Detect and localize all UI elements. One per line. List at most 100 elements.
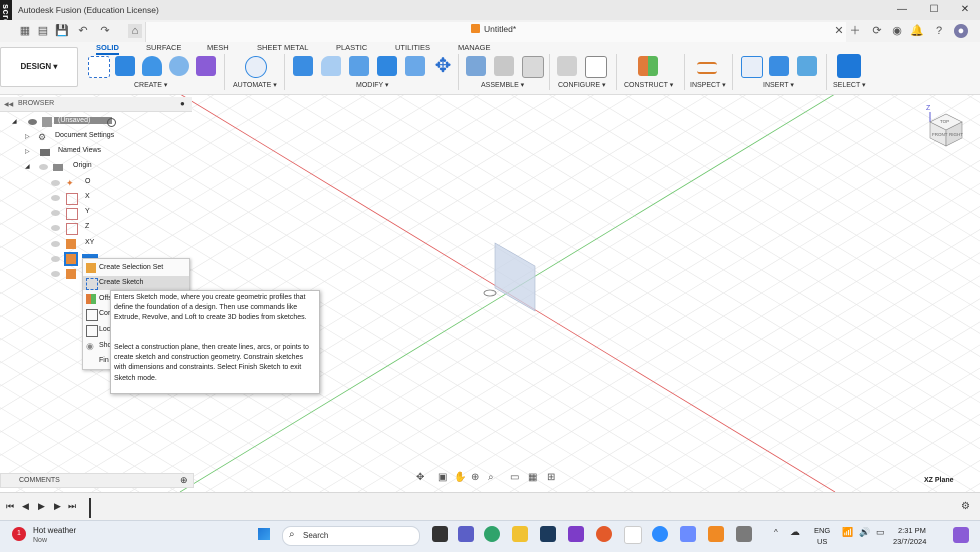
tab-mesh[interactable]: MESH <box>207 43 229 52</box>
automate-icon[interactable] <box>245 56 267 78</box>
tab-plastic[interactable]: PLASTIC <box>336 43 367 52</box>
timeline-settings-icon[interactable]: ⚙ <box>961 501 970 512</box>
construct-plane-icon[interactable] <box>638 56 658 76</box>
task-view-icon[interactable] <box>432 526 448 542</box>
configure-icon[interactable] <box>557 56 577 76</box>
visibility-icon[interactable] <box>51 225 60 231</box>
chat-app-icon[interactable] <box>568 526 584 542</box>
visibility-icon[interactable] <box>51 180 60 186</box>
battery-icon[interactable]: ▭ <box>876 527 885 538</box>
terminal-icon[interactable] <box>736 526 752 542</box>
job-status-icon[interactable]: ◉ <box>890 24 904 38</box>
tab-sheet-metal[interactable]: SHEET METAL <box>257 43 308 52</box>
configure-menu[interactable]: CONFIGURE ▾ <box>558 81 605 89</box>
browser-row-z[interactable]: Z <box>10 221 100 235</box>
pan-icon[interactable]: ✋ <box>454 472 466 483</box>
measure-icon[interactable] <box>697 62 717 74</box>
onedrive-icon[interactable]: ☁ <box>790 527 800 538</box>
visibility-icon[interactable] <box>28 119 37 125</box>
close-tab-icon[interactable]: ✕ <box>832 24 846 38</box>
browser-row-x[interactable]: X <box>10 191 100 205</box>
store-icon[interactable] <box>540 526 556 542</box>
tab-surface[interactable]: SURFACE <box>146 43 181 52</box>
create-sketch-icon[interactable] <box>88 56 110 78</box>
weather-icon[interactable]: 1 <box>12 527 26 541</box>
grid-settings-icon[interactable]: ▦ <box>528 472 537 483</box>
browser-row-y[interactable]: Y <box>10 206 100 220</box>
go-to-end-icon[interactable]: ⏭ <box>68 501 76 512</box>
insert-mesh-icon[interactable] <box>769 56 789 76</box>
file-explorer-icon[interactable] <box>512 526 528 542</box>
amazon-icon[interactable] <box>624 526 642 544</box>
menu-item-create-selection-set[interactable]: Create Selection Set <box>83 261 189 275</box>
go-to-start-icon[interactable]: ⏮ <box>6 501 14 512</box>
configuration-table-icon[interactable] <box>585 56 607 78</box>
minimize-icon[interactable]: — <box>895 3 909 17</box>
display-settings-icon[interactable]: ▭ <box>510 472 519 483</box>
document-tab[interactable]: Untitled* <box>471 24 516 34</box>
zoom-window-icon[interactable]: ⌕ <box>488 472 494 483</box>
construct-menu[interactable]: CONSTRUCT ▾ <box>624 81 673 89</box>
tab-utilities[interactable]: UTILITIES <box>395 43 430 52</box>
automate-menu[interactable]: AUTOMATE ▾ <box>233 81 277 89</box>
taskbar-search[interactable]: ⌕ Search <box>282 526 420 546</box>
maximize-icon[interactable]: ☐ <box>927 3 941 17</box>
viewcube[interactable]: Z TOP FRONT RIGHT <box>920 100 972 152</box>
zoom-icon[interactable]: ⊕ <box>471 472 479 483</box>
volume-icon[interactable]: 🔊 <box>859 527 870 538</box>
combine-icon[interactable] <box>377 56 397 76</box>
form-icon[interactable] <box>196 56 216 76</box>
activate-radio-icon[interactable] <box>107 118 116 127</box>
look-at-icon[interactable]: ▣ <box>438 472 447 483</box>
copilot-tray-icon[interactable] <box>953 527 969 543</box>
grid-menu-icon[interactable]: ▦ <box>18 24 32 38</box>
step-back-icon[interactable]: ◀ <box>22 501 29 512</box>
extensions-icon[interactable]: ⟳ <box>870 24 884 38</box>
modify-menu[interactable]: MODIFY ▾ <box>356 81 389 89</box>
help-icon[interactable]: ? <box>932 24 946 38</box>
visibility-icon[interactable] <box>51 271 60 277</box>
press-pull-icon[interactable] <box>293 56 313 76</box>
expand-triangle-icon[interactable]: ▷ <box>25 133 30 140</box>
timeline-marker[interactable] <box>89 498 91 518</box>
expand-triangle-icon[interactable]: ◢ <box>25 163 30 170</box>
browser-pin-icon[interactable]: ● <box>180 99 185 108</box>
notifications-icon[interactable]: 🔔 <box>910 24 924 38</box>
hole-icon[interactable] <box>169 56 189 76</box>
browser-row-o[interactable]: ✦ O <box>10 176 100 190</box>
home-icon[interactable]: ⌂ <box>128 24 142 38</box>
expand-triangle-icon[interactable]: ◢ <box>12 118 17 125</box>
new-tab-icon[interactable]: ＋ <box>848 24 862 38</box>
joint-icon[interactable] <box>494 56 514 76</box>
assemble-menu[interactable]: ASSEMBLE ▾ <box>481 81 524 89</box>
play-icon[interactable]: ▶ <box>38 501 45 512</box>
as-built-joint-icon[interactable] <box>522 56 544 78</box>
new-component-icon[interactable] <box>466 56 486 76</box>
edge-icon[interactable] <box>484 526 500 542</box>
expand-triangle-icon[interactable]: ▷ <box>25 148 30 155</box>
collapse-panel-icon[interactable]: ◀◀ <box>4 101 13 108</box>
tab-solid[interactable]: SOLID <box>96 43 119 55</box>
browser-row-named-views[interactable]: ▷ Named Views <box>10 145 120 159</box>
add-comment-icon[interactable]: ⊕ <box>180 475 188 486</box>
step-forward-icon[interactable]: ▶ <box>54 501 61 512</box>
insert-derive-icon[interactable] <box>741 56 763 78</box>
teams-icon[interactable] <box>458 526 474 542</box>
clock-time[interactable]: 2:31 PM <box>898 526 926 535</box>
chamfer-icon[interactable] <box>349 56 369 76</box>
visibility-icon[interactable] <box>39 164 48 170</box>
show-hidden-icons[interactable]: ^ <box>774 528 778 537</box>
visibility-icon[interactable] <box>51 210 60 216</box>
xz-plane-highlight[interactable] <box>494 242 536 312</box>
close-icon[interactable]: ✕ <box>958 3 972 17</box>
fillet-icon[interactable] <box>321 56 341 76</box>
viewports-icon[interactable]: ⊞ <box>547 472 555 483</box>
windows-start-icon[interactable] <box>258 528 270 540</box>
orbit-icon[interactable]: ✥ <box>416 472 424 483</box>
create-menu[interactable]: CREATE ▾ <box>134 81 167 89</box>
language-indicator[interactable]: ENG <box>814 526 830 535</box>
inspect-menu[interactable]: INSPECT ▾ <box>690 81 726 89</box>
fusion-taskbar-icon[interactable] <box>708 526 724 542</box>
browser-row-document-settings[interactable]: ▷ ⚙ Document Settings <box>10 130 120 144</box>
comments-panel[interactable]: COMMENTS ⊕ <box>0 473 194 488</box>
